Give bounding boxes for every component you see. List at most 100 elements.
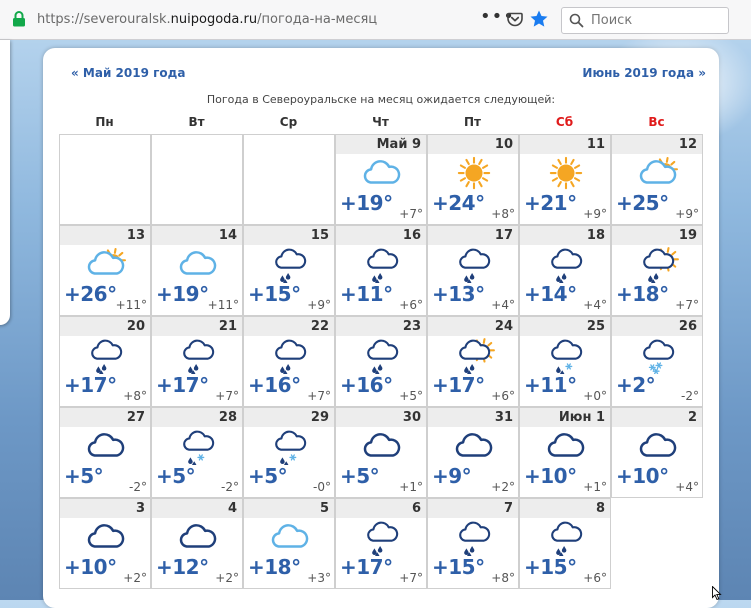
search-icon	[569, 13, 584, 28]
day-date: 20	[60, 317, 150, 336]
snow-cloud-icon	[643, 339, 675, 374]
day-cell[interactable]: 23 +16° +5°	[335, 316, 427, 407]
rain-cloud-icon	[551, 521, 583, 556]
day-cell[interactable]: 19 +18° +7°	[611, 225, 703, 316]
day-cell[interactable]: Май 9 +19° +7°	[335, 134, 427, 225]
day-cell[interactable]: 2 +10° +4°	[611, 407, 703, 498]
day-temperature: +15°	[248, 282, 301, 306]
night-temperature: +6°	[491, 389, 515, 403]
day-date: Июн 1	[520, 408, 610, 427]
day-cell[interactable]: 22 +16° +7°	[243, 316, 335, 407]
prev-month-link[interactable]: « Май 2019 года	[71, 66, 185, 80]
night-temperature: +7°	[307, 389, 331, 403]
day-temperature: +17°	[340, 555, 393, 579]
day-date: 30	[336, 408, 426, 427]
day-temperature: +12°	[156, 555, 209, 579]
weekday-header: Пн Вт Ср Чт Пт Сб Вс	[59, 115, 701, 131]
day-temperature: +17°	[64, 373, 117, 397]
day-cell[interactable]: 15 +15° +9°	[243, 225, 335, 316]
day-cell[interactable]: 24 +17° +6°	[427, 316, 519, 407]
day-temperature: +10°	[524, 464, 577, 488]
url-path: /погода-на-месяц	[257, 12, 378, 27]
night-temperature: +9°	[307, 298, 331, 312]
day-cell[interactable]: 7 +15° +8°	[427, 498, 519, 589]
day-cell[interactable]: 26 +2° -2°	[611, 316, 703, 407]
day-date: 18	[520, 226, 610, 245]
rain-cloud-icon	[367, 248, 399, 283]
day-cell[interactable]: 31 +9° +2°	[427, 407, 519, 498]
day-date: 12	[612, 135, 702, 154]
day-temperature: +5°	[248, 464, 288, 488]
day-temperature: +26°	[64, 282, 117, 306]
day-date: 23	[336, 317, 426, 336]
day-cell[interactable]: 6 +17° +7°	[335, 498, 427, 589]
night-temperature: +1°	[583, 480, 607, 494]
day-date: 2	[612, 408, 702, 427]
pocket-icon[interactable]	[507, 12, 523, 27]
day-date: 22	[244, 317, 334, 336]
weekday-wed: Ср	[279, 115, 298, 129]
night-temperature: +9°	[675, 207, 699, 221]
day-date: 8	[520, 499, 610, 518]
day-cell[interactable]: 30 +5° +1°	[335, 407, 427, 498]
day-date: 13	[60, 226, 150, 245]
day-date: 29	[244, 408, 334, 427]
day-cell[interactable]: 8 +15° +6°	[519, 498, 611, 589]
day-date: 25	[520, 317, 610, 336]
day-cell[interactable]: 28 +5° -2°	[151, 407, 243, 498]
day-cell[interactable]: Июн 1 +10° +1°	[519, 407, 611, 498]
day-temperature: +15°	[524, 555, 577, 579]
day-date: 10	[428, 135, 518, 154]
day-temperature: +11°	[524, 373, 577, 397]
day-cell[interactable]: 13 +26° +11°	[59, 225, 151, 316]
empty-day-cell	[151, 134, 243, 225]
day-temperature: +14°	[524, 282, 577, 306]
day-temperature: +10°	[64, 555, 117, 579]
day-temperature: +18°	[248, 555, 301, 579]
rain-cloud-icon	[459, 248, 491, 283]
weekday-tue: Вт	[188, 115, 205, 129]
bookmark-star-icon[interactable]	[529, 9, 549, 29]
day-temperature: +24°	[432, 191, 485, 215]
day-cell[interactable]: 10 +24° +8°	[427, 134, 519, 225]
empty-day-cell	[243, 134, 335, 225]
day-temperature: +13°	[432, 282, 485, 306]
day-cell[interactable]: 29 +5° -0°	[243, 407, 335, 498]
day-temperature: +10°	[616, 464, 669, 488]
forecast-subtitle: Погода в Североуральске на месяц ожидает…	[206, 93, 556, 106]
dark-cloud-icon	[179, 524, 217, 548]
day-date: 26	[612, 317, 702, 336]
day-cell[interactable]: 27 +5° -2°	[59, 407, 151, 498]
day-cell[interactable]: 20 +17° +8°	[59, 316, 151, 407]
day-cell[interactable]: 3 +10° +2°	[59, 498, 151, 589]
night-temperature: +4°	[675, 480, 699, 494]
day-date: 3	[60, 499, 150, 518]
day-cell[interactable]: 5 +18° +3°	[243, 498, 335, 589]
address-bar[interactable]: https://severouralsk.nuipogoda.ru/погода…	[37, 12, 377, 27]
next-month-link[interactable]: Июнь 2019 года »	[582, 66, 706, 80]
day-date: 4	[152, 499, 242, 518]
day-temperature: +17°	[432, 373, 485, 397]
sun-icon	[457, 156, 491, 190]
day-cell[interactable]: 12 +25° +9°	[611, 134, 703, 225]
day-cell[interactable]: 16 +11° +6°	[335, 225, 427, 316]
day-cell[interactable]: 25 +11° +0°	[519, 316, 611, 407]
night-temperature: +3°	[307, 571, 331, 585]
day-date: 19	[612, 226, 702, 245]
day-cell[interactable]: 11 +21° +9°	[519, 134, 611, 225]
dark-cloud-icon	[87, 433, 125, 457]
night-temperature: +7°	[675, 298, 699, 312]
day-cell[interactable]: 4 +12° +2°	[151, 498, 243, 589]
night-temperature: +0°	[583, 389, 607, 403]
calendar-grid: Май 9 +19° +7° 10 +24° +8° 11 +21° +9° 12 +25° +9° 1…	[59, 134, 703, 589]
day-cell[interactable]: 17 +13° +4°	[427, 225, 519, 316]
day-date: 28	[152, 408, 242, 427]
day-cell[interactable]: 18 +14° +4°	[519, 225, 611, 316]
night-temperature: +7°	[215, 389, 239, 403]
sleet-cloud-icon	[275, 430, 307, 465]
day-date: 11	[520, 135, 610, 154]
day-cell[interactable]: 14 +19° +11°	[151, 225, 243, 316]
day-date: 17	[428, 226, 518, 245]
day-cell[interactable]: 21 +17° +7°	[151, 316, 243, 407]
night-temperature: +2°	[123, 571, 147, 585]
